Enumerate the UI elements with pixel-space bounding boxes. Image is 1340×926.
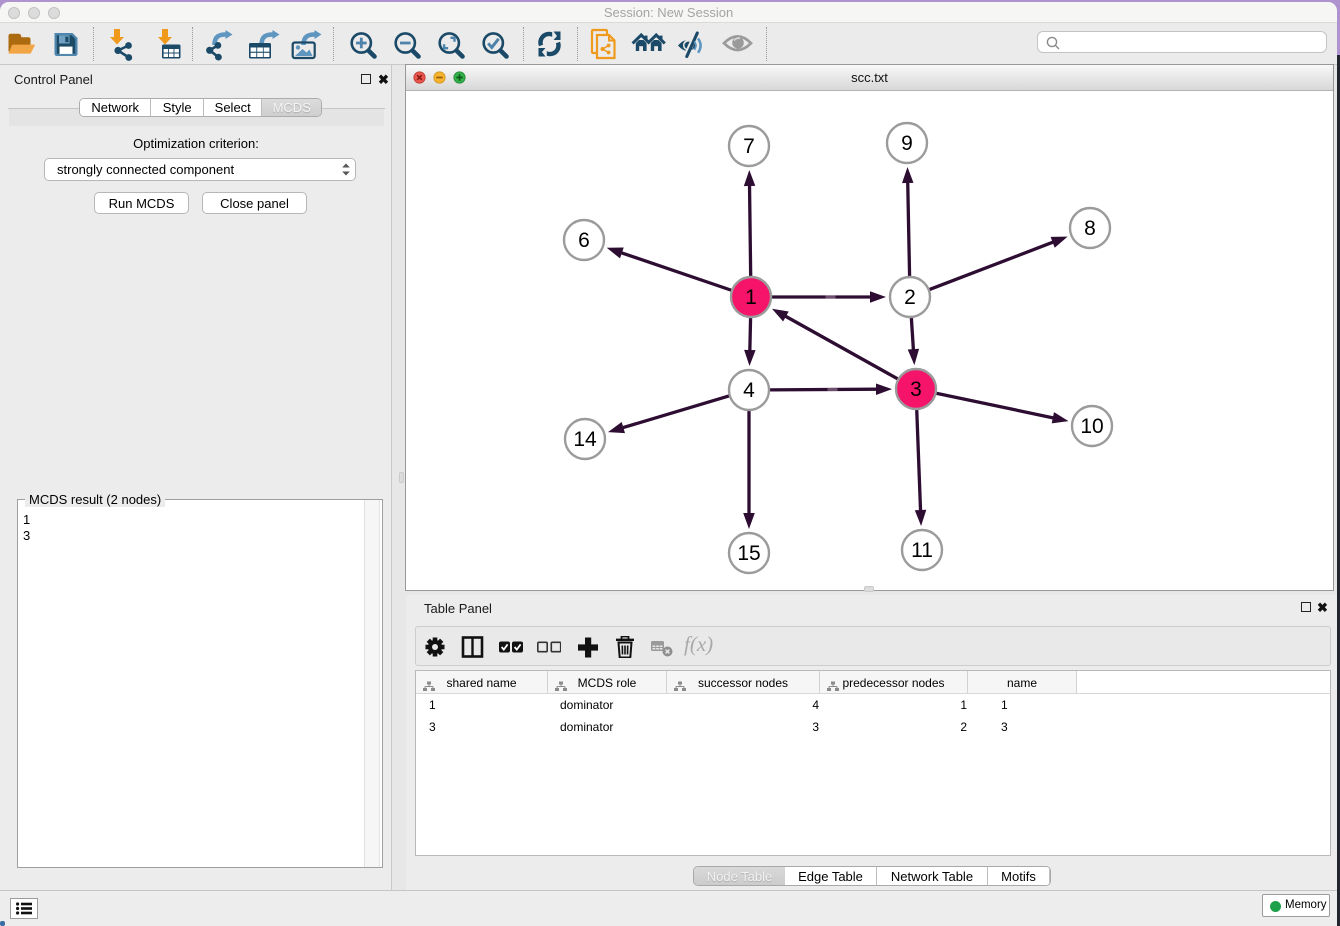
svg-text:1: 1 [745, 286, 757, 309]
svg-text:9: 9 [901, 132, 913, 155]
svg-text:15: 15 [737, 542, 760, 565]
svg-text:8: 8 [1084, 217, 1096, 240]
svg-text:4: 4 [743, 379, 755, 402]
svg-text:14: 14 [573, 428, 597, 451]
svg-text:f(x): f(x) [684, 633, 713, 656]
svg-text:10: 10 [1080, 415, 1103, 438]
svg-text:2: 2 [904, 286, 916, 309]
svg-text:11: 11 [911, 539, 933, 562]
svg-text:3: 3 [910, 378, 922, 401]
svg-text:6: 6 [578, 229, 590, 252]
svg-text:7: 7 [743, 135, 755, 158]
